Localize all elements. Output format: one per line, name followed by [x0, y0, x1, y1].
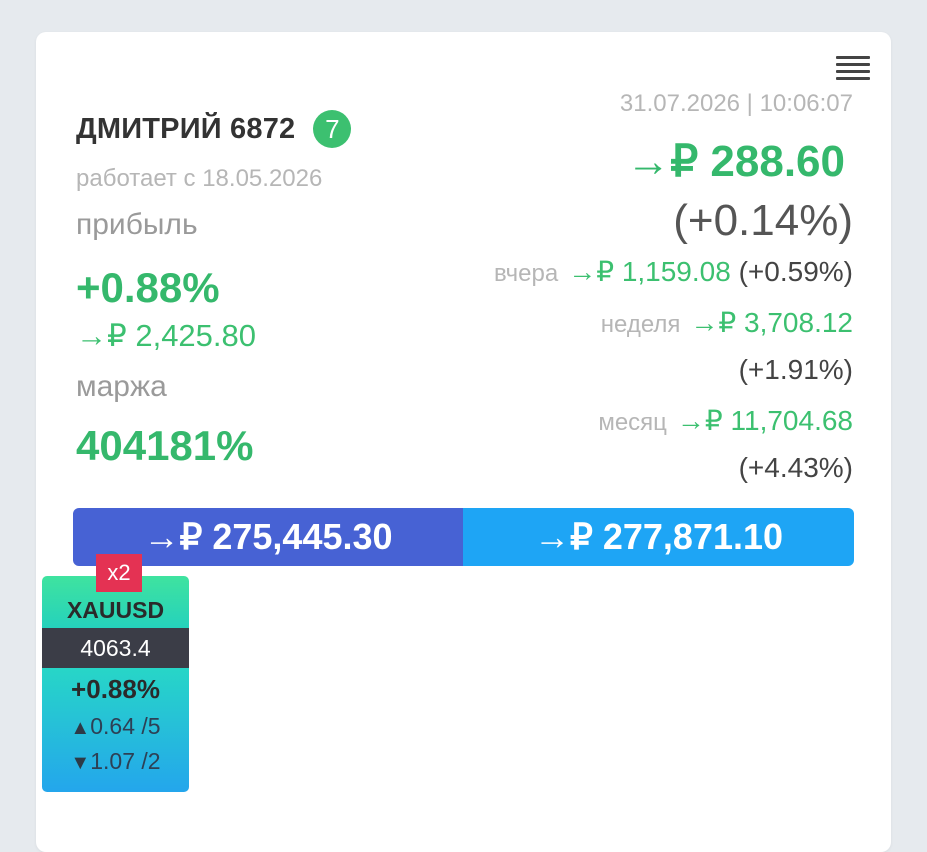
week-label: неделя: [600, 311, 681, 338]
profit-label: прибыль: [76, 208, 198, 241]
margin-label: маржа: [76, 370, 167, 403]
daily-amount: →₽ 288.60: [626, 137, 845, 186]
ticker-up-value: 0.64 /5: [90, 713, 161, 739]
week-amount: →₽ 3,708.12: [690, 307, 853, 338]
hamburger-menu-icon[interactable]: [836, 56, 870, 82]
triangle-down-icon: ▼: [70, 752, 91, 774]
ticker-symbol: XAUUSD: [66, 597, 165, 623]
month-label: месяц: [598, 409, 667, 436]
month-amount: →₽ 11,704.68: [676, 405, 853, 436]
account-header: ДМИТРИЙ 6872 7: [76, 110, 352, 148]
multiplier-badge: x2: [96, 554, 142, 592]
ticker-change: +0.88%: [71, 674, 160, 704]
profit-percent: +0.88%: [76, 264, 220, 311]
week-percent: (+1.91%): [738, 354, 853, 385]
yesterday-label: вчера: [494, 260, 559, 287]
profit-amount: →₽ 2,425.80: [76, 318, 257, 353]
daily-percent: (+0.14%): [673, 196, 853, 245]
yesterday-percent: (+0.59%): [738, 256, 853, 287]
yesterday-row: вчера →₽ 1,159.08 (+0.59%): [494, 255, 853, 288]
week-row: неделя →₽ 3,708.12: [601, 306, 853, 339]
ticker-body: +0.88% ▲0.64 /5 ▼1.07 /2: [42, 668, 189, 792]
datetime: 31.07.2026 | 10:06:07: [619, 90, 853, 117]
count-badge: 7: [313, 110, 352, 148]
ticker-down-row: ▼1.07 /2: [42, 748, 189, 775]
triangle-up-icon: ▲: [70, 717, 91, 739]
ticker-up-row: ▲0.64 /5: [42, 713, 189, 740]
ticker-down-value: 1.07 /2: [90, 748, 161, 774]
balance-bar: →₽ 275,445.30 →₽ 277,871.10: [73, 508, 854, 566]
margin-value: 404181%: [76, 422, 254, 469]
ticker-price: 4063.4: [42, 628, 189, 668]
month-row: месяц →₽ 11,704.68: [598, 404, 853, 437]
running-since: работает с 18.05.2026: [76, 165, 323, 192]
month-percent: (+4.43%): [738, 452, 853, 483]
balance-right: →₽ 277,871.10: [463, 508, 854, 566]
account-name: ДМИТРИЙ 6872: [76, 112, 296, 145]
ticker-card-xauusd[interactable]: XAUUSD 4063.4 +0.88% ▲0.64 /5 ▼1.07 /2: [42, 576, 189, 792]
yesterday-amount: →₽ 1,159.08: [568, 256, 731, 287]
